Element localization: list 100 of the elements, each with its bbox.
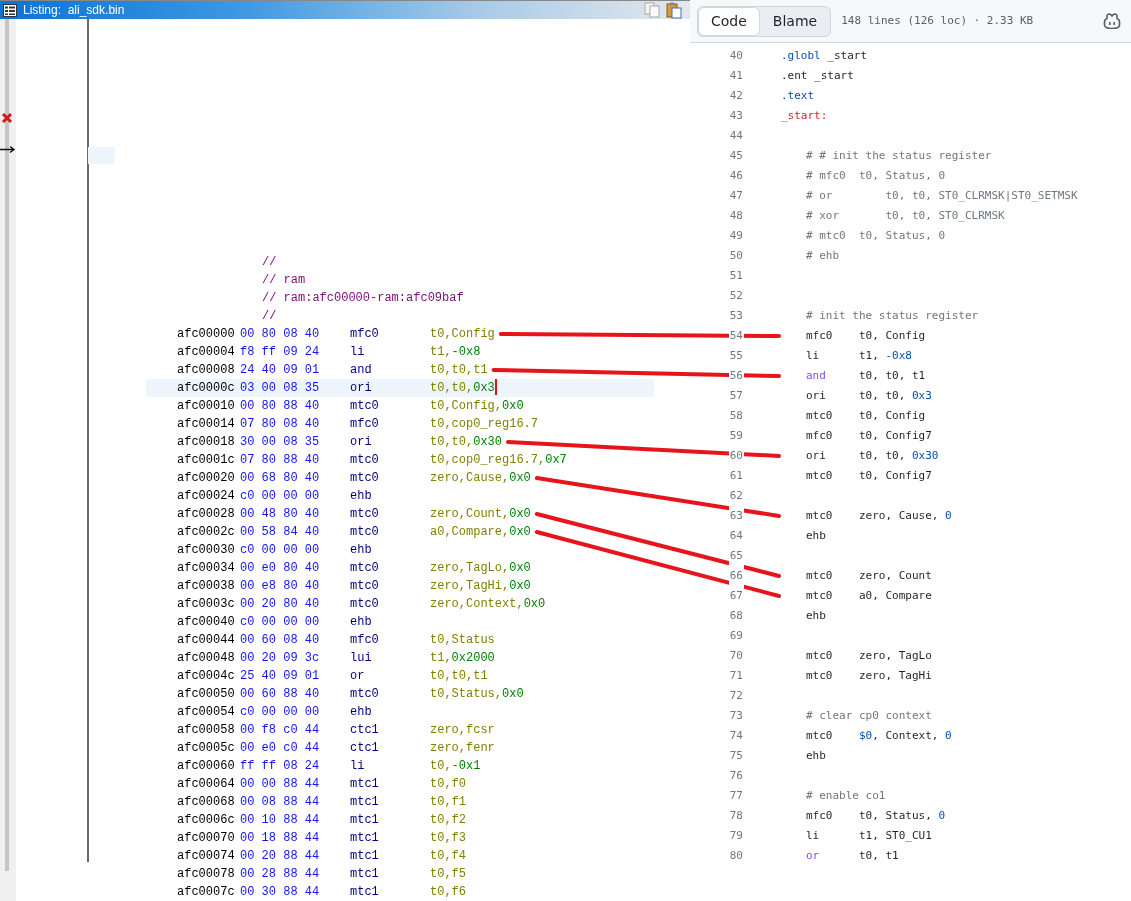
code-line: # mtc0 t0, Status, 0 bbox=[805, 228, 946, 244]
mnemonic-text: ori bbox=[350, 434, 373, 451]
operand-text: zero,Context,0x0 bbox=[430, 596, 546, 613]
byte-text: c0 00 00 00 bbox=[240, 488, 321, 505]
byte-text: 00 20 09 3c bbox=[240, 650, 321, 667]
byte-text: 00 10 88 44 bbox=[240, 812, 321, 829]
mnemonic-text: mtc1 bbox=[350, 776, 380, 793]
operand-text: t0,f0 bbox=[430, 776, 466, 793]
operand-text: zero,fenr bbox=[430, 740, 495, 757]
mnemonic-text: mtc0 bbox=[350, 470, 380, 487]
listing-comment: // bbox=[262, 308, 278, 325]
code-line: .text bbox=[781, 88, 815, 104]
mnemonic-text: and bbox=[350, 362, 373, 379]
operand-text: t0,cop0_reg16.7 bbox=[430, 416, 539, 433]
byte-text: 00 80 08 40 bbox=[240, 326, 321, 343]
address-text: afc0000c bbox=[177, 380, 236, 397]
address-text: afc00054 bbox=[177, 704, 236, 721]
byte-text: 00 18 88 44 bbox=[240, 830, 321, 847]
byte-text: 00 e8 80 40 bbox=[240, 578, 321, 595]
address-text: afc00064 bbox=[177, 776, 236, 793]
mnemonic-text: mtc0 bbox=[350, 506, 380, 523]
selected-row[interactable]: afc0000c 03 00 08 35 ori t0,t0,0x3 bbox=[146, 379, 654, 397]
operand-text: zero,TagLo,0x0 bbox=[430, 560, 531, 577]
byte-text: ff ff 08 24 bbox=[240, 758, 321, 775]
code-line: # clear cp0 context bbox=[805, 708, 932, 724]
mnemonic-text: mtc0 bbox=[350, 452, 380, 469]
operand-text: t0,Config bbox=[430, 326, 495, 343]
mnemonic-text: mtc0 bbox=[350, 578, 380, 595]
mnemonic-text: mtc1 bbox=[350, 830, 380, 847]
operand-text: t0,-0x1 bbox=[430, 758, 481, 775]
mnemonic-text: ctc1 bbox=[350, 722, 380, 739]
code-line: ehb bbox=[805, 608, 826, 624]
address-text: afc00070 bbox=[177, 830, 236, 847]
view-tab[interactable]: Code bbox=[698, 6, 760, 36]
mnemonic-text: mfc0 bbox=[350, 416, 380, 433]
code-line: ori t0, t0, 0x3 bbox=[805, 388, 932, 404]
address-text: afc00018 bbox=[177, 434, 236, 451]
mnemonic-text: ehb bbox=[350, 542, 373, 559]
listing-comment: // ram:afc00000-ram:afc09baf bbox=[262, 290, 465, 307]
operand-text: t0,f4 bbox=[430, 848, 466, 865]
mnemonic-text: or bbox=[350, 668, 366, 685]
operand-text: t0,t0,t1 bbox=[430, 668, 488, 685]
mnemonic-text: li bbox=[350, 344, 366, 361]
mnemonic-text: mtc1 bbox=[350, 794, 380, 811]
byte-text: 25 40 09 01 bbox=[240, 668, 321, 685]
operand-text: zero,Cause,0x0 bbox=[430, 470, 531, 487]
operand-text: t0,f5 bbox=[430, 866, 466, 883]
mnemonic-text: mtc1 bbox=[350, 884, 380, 901]
mnemonic-text: lui bbox=[350, 650, 373, 667]
operand-text: t0,f6 bbox=[430, 884, 466, 901]
address-text: afc00030 bbox=[177, 542, 236, 559]
mnemonic-text: mtc1 bbox=[350, 812, 380, 829]
mnemonic-text: mtc1 bbox=[350, 866, 380, 883]
text-cursor bbox=[494, 379, 497, 395]
address-text: afc00038 bbox=[177, 578, 236, 595]
code-line: mtc0 zero, TagLo bbox=[805, 648, 932, 664]
code-line: mtc0 a0, Compare bbox=[805, 588, 932, 604]
address-text: afc00060 bbox=[177, 758, 236, 775]
mnemonic-text: ctc1 bbox=[350, 740, 380, 757]
address-text: afc0001c bbox=[177, 452, 236, 469]
address-text: afc00050 bbox=[177, 686, 236, 703]
view-tab[interactable]: Blame bbox=[759, 6, 831, 36]
paste-icon[interactable] bbox=[666, 1, 682, 19]
address-text: afc0004c bbox=[177, 668, 236, 685]
code-line: # init the status register bbox=[805, 308, 979, 324]
code-line: # # init the status register bbox=[805, 148, 992, 164]
byte-text: 00 00 88 44 bbox=[240, 776, 321, 793]
operand-text: zero,Count,0x0 bbox=[430, 506, 531, 523]
line-number: 66 bbox=[728, 566, 744, 586]
code-line: li t1, -0x8 bbox=[805, 348, 912, 364]
file-info: 148 lines (126 loc) · 2.33 KB bbox=[841, 12, 1034, 29]
code-line: mfc0 t0, Config bbox=[805, 328, 926, 344]
operand-text: t1,0x2000 bbox=[430, 650, 495, 667]
mnemonic-text: mtc0 bbox=[350, 524, 380, 541]
address-text: afc0002c bbox=[177, 524, 236, 541]
byte-text: c0 00 00 00 bbox=[240, 614, 321, 631]
byte-text: 00 60 08 40 bbox=[240, 632, 321, 649]
operand-text: t1,-0x8 bbox=[430, 344, 481, 361]
mnemonic-text: mtc0 bbox=[350, 398, 380, 415]
address-text: afc00004 bbox=[177, 344, 236, 361]
address-text: afc00010 bbox=[177, 398, 236, 415]
listing-icon bbox=[3, 3, 17, 17]
mnemonic-text: mtc0 bbox=[350, 686, 380, 703]
byte-text: c0 00 00 00 bbox=[240, 542, 321, 559]
address-text: afc00078 bbox=[177, 866, 236, 883]
robot-icon[interactable] bbox=[1103, 13, 1122, 29]
mnemonic-text: mfc0 bbox=[350, 326, 380, 343]
address-text: afc0007c bbox=[177, 884, 236, 901]
byte-text: 00 e0 80 40 bbox=[240, 560, 321, 577]
code-line: ori t0, t0, 0x30 bbox=[805, 448, 939, 464]
address-text: afc00068 bbox=[177, 794, 236, 811]
address-text: afc0005c bbox=[177, 740, 236, 757]
code-line: and t0, t0, t1 bbox=[805, 368, 926, 384]
cross-icon bbox=[1, 112, 13, 124]
byte-text: 00 80 88 40 bbox=[240, 398, 321, 415]
operand-text: t0,t0,0x30 bbox=[430, 434, 503, 451]
operand-text: t0,f1 bbox=[430, 794, 466, 811]
byte-text: 00 48 80 40 bbox=[240, 506, 321, 523]
code-line: mtc0 zero, TagHi bbox=[805, 668, 932, 684]
code-line: mfc0 t0, Status, 0 bbox=[805, 808, 946, 824]
